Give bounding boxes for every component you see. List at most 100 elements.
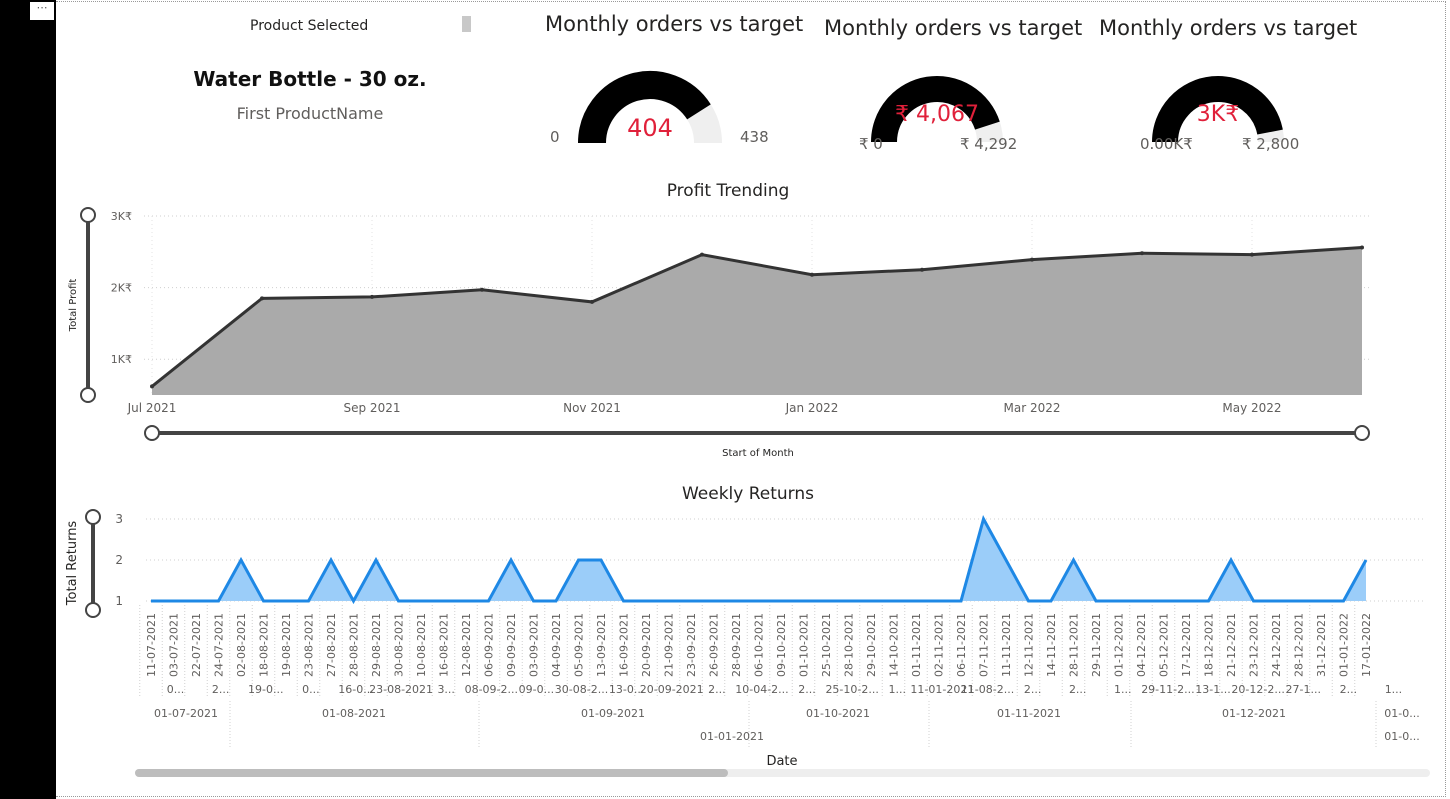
y-tick-label: 3 [115,512,123,526]
x-tick-label: Jan 2022 [785,401,839,415]
date-tick-label: 12-11-2021 [1023,613,1036,677]
data-point [260,296,264,301]
x-zoom-handle-right[interactable] [1354,425,1370,441]
date-tick-label: 28-08-2021 [348,613,361,677]
date-tick-label: 20-09-2021 [640,613,653,677]
date-tick-label: 17-01-2022 [1360,613,1373,677]
date-tick-label: 09-10-2021 [775,613,788,677]
date-tick-label: 19-08-2021 [280,613,293,677]
y-zoom-handle-bottom[interactable] [80,387,96,403]
date-tick-label: 28-11-2021 [1068,613,1081,677]
date-tick-label: 29-10-2021 [865,613,878,677]
date-tick-label: 01-11-2021 [910,613,923,677]
week-label: 1... [889,683,907,696]
date-tick-label: 07-11-2021 [978,613,991,677]
data-point [480,287,484,292]
y-axis-title: Total Profit [68,279,79,333]
month-label: 01-07-2021 [154,707,218,720]
week-label: 2... [708,683,726,696]
y-tick-label: 1K₹ [111,353,132,366]
date-tick-label: 05-09-2021 [573,613,586,677]
data-point [700,252,704,257]
date-tick-label: 31-12-2021 [1315,613,1328,677]
week-label: 11-08-2... [961,683,1014,696]
week-label: 13-1... [1195,683,1230,696]
date-tick-label: 25-10-2021 [820,613,833,677]
profit-area [152,247,1362,395]
date-tick-label: 01-10-2021 [798,613,811,677]
x-tick-label: Nov 2021 [563,401,621,415]
month-label: 01-0... [1384,707,1419,720]
x-zoom-handle-left[interactable] [144,425,160,441]
returns-chart[interactable]: 3 2 1 11-07-2021 03-07-2021 22-07-2021 24-07-2… [56,505,1446,780]
horizontal-scrollbar-thumb[interactable] [135,769,728,777]
date-tick-label: 18-08-2021 [258,613,271,677]
date-tick-label: 14-11-2021 [1045,613,1058,677]
y-zoom-handle-bottom[interactable] [85,602,101,618]
y-tick-label: 1 [115,594,123,608]
gauge-chart[interactable]: 3K₹0.00K₹ ₹ 2,800 [0,0,1450,200]
date-tick-label: 02-08-2021 [235,613,248,677]
date-tick-label: 17-12-2021 [1180,613,1193,677]
profit-chart-title: Profit Trending [666,181,790,201]
date-tick-label: 06-11-2021 [955,613,968,677]
returns-chart-title: Weekly Returns [681,484,815,504]
data-point [1140,251,1144,256]
date-tick-label: 11-07-2021 [145,613,158,677]
date-tick-label: 06-09-2021 [483,613,496,677]
week-label: 19-0... [248,683,283,696]
date-tick-label: 24-12-2021 [1270,613,1283,677]
date-tick-label: 01-12-2021 [1113,613,1126,677]
date-tick-label: 23-09-2021 [685,613,698,677]
week-label: 2... [1069,683,1087,696]
profit-chart[interactable]: 3K₹ 2K₹ 1K₹ Jul 2021 Sep 2021 Nov 2021 Jan 202… [56,200,1446,470]
month-label: 01-11-2021 [997,707,1061,720]
week-label: 2... [1340,683,1358,696]
week-label: 25-10-2... [825,683,878,696]
x-axis-title: Start of Month [722,448,794,459]
date-tick-label: 06-10-2021 [753,613,766,677]
data-point [590,299,594,304]
week-label: 2... [798,683,816,696]
date-tick-label: 01-01-2022 [1338,613,1351,677]
month-label: 01-09-2021 [581,707,645,720]
month-label: 01-12-2021 [1222,707,1286,720]
year-label: 01-0... [1384,730,1419,743]
date-tick-label: 29-08-2021 [370,613,383,677]
week-label: 23-08-2021 [369,683,433,696]
gauge-max-label: ₹ 2,800 [1242,135,1299,153]
gauge-min-label: 0.00K₹ [1140,135,1193,153]
x-tick-label: Jul 2021 [127,401,177,415]
y-tick-label: 3K₹ [111,210,132,223]
week-label: 29-11-2... [1141,683,1194,696]
y-tick-label: 2K₹ [111,282,132,295]
week-label: 20-12-2... [1231,683,1284,696]
date-tick-label: 14-10-2021 [888,613,901,677]
date-tick-label: 09-09-2021 [505,613,518,677]
week-label: 0... [302,683,320,696]
week-label: 30-08-2... [555,683,608,696]
week-label: 2... [212,683,230,696]
date-tick-label: 10-08-2021 [415,613,428,677]
date-tick-label: 03-09-2021 [528,613,541,677]
date-tick-label: 16-08-2021 [438,613,451,677]
data-point [1250,252,1254,257]
date-tick-label: 21-12-2021 [1225,613,1238,677]
week-label: 2... [1024,683,1042,696]
week-label: 1... [1385,683,1403,696]
y-zoom-handle-top[interactable] [85,509,101,525]
data-point [1030,257,1034,262]
date-tick-label: 16-09-2021 [618,613,631,677]
y-zoom-handle-top[interactable] [80,207,96,223]
date-tick-label: 05-12-2021 [1158,613,1171,677]
date-tick-label: 21-09-2021 [663,613,676,677]
x-tick-label: Sep 2021 [344,401,401,415]
date-tick-label: 02-11-2021 [933,613,946,677]
date-tick-label: 23-08-2021 [303,613,316,677]
x-tick-label: May 2022 [1222,401,1281,415]
week-label: 0... [167,683,185,696]
date-tick-label: 30-08-2021 [393,613,406,677]
date-tick-label: 12-08-2021 [460,613,473,677]
week-label: 1... [1114,683,1132,696]
date-tick-label: 18-12-2021 [1203,613,1216,677]
